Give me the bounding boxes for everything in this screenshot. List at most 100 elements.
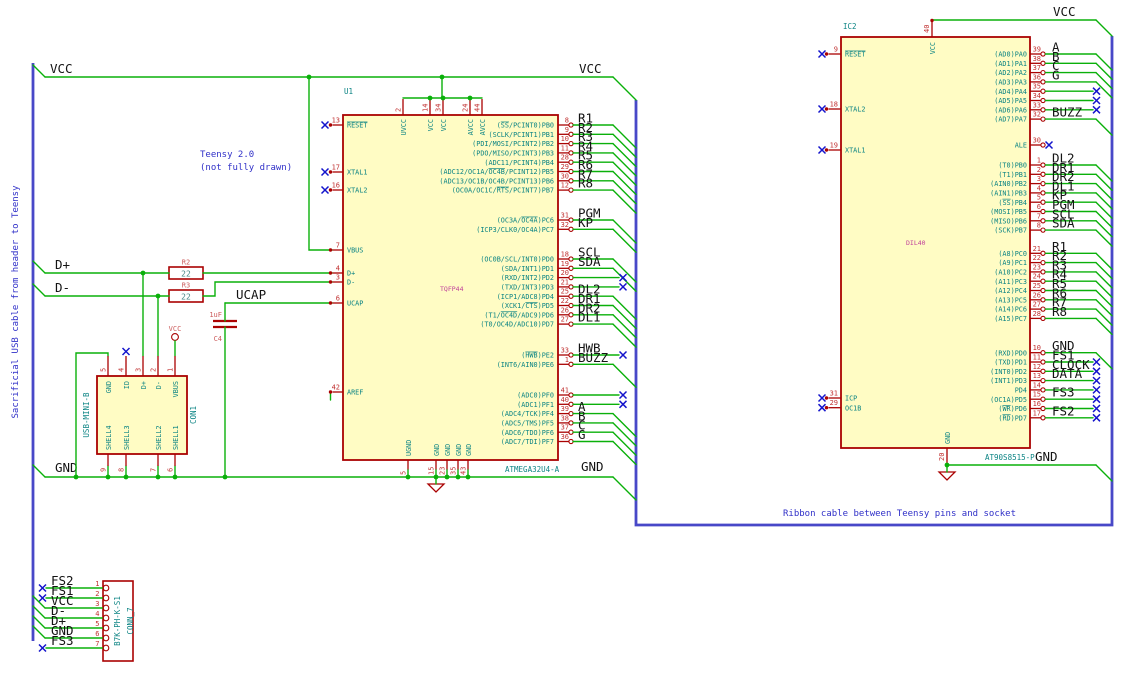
ic2-pin-32-name: (AD7)PA7 bbox=[994, 116, 1027, 124]
net-label-dplus: D+ bbox=[55, 257, 70, 272]
net-label-sda: SDA bbox=[1052, 216, 1075, 231]
pin-end-circle bbox=[1040, 278, 1046, 284]
pin-end-dot bbox=[824, 396, 829, 400]
pin-end-circle bbox=[1040, 250, 1046, 256]
note-teensy-1: Teensy 2.0 bbox=[200, 150, 254, 160]
wire bbox=[612, 76, 637, 101]
u1-pin-23-number: 23 bbox=[439, 467, 447, 475]
u1-pin-21-number: 21 bbox=[561, 278, 569, 286]
u1-pin-13-number: 13 bbox=[332, 117, 340, 125]
u1-pin-30-number: 30 bbox=[561, 172, 569, 180]
ic2-pin-5-number: 5 bbox=[1037, 194, 1041, 202]
u1-pin-12-name: (OC0A/OC1C/RTS/PCINT7)PB7 bbox=[452, 187, 554, 195]
gnd-symbol-u1-icon bbox=[426, 483, 446, 493]
pin-end-circle bbox=[1040, 306, 1046, 312]
pin-end-dot bbox=[328, 280, 333, 284]
ic2-pin-37-number: 37 bbox=[1033, 64, 1041, 72]
u1-pin-24-number: 24 bbox=[462, 104, 470, 112]
u1-pin-2-name: UVCC bbox=[400, 119, 408, 135]
net-label-vcc-u1: VCC bbox=[579, 61, 602, 76]
ic2-pin-11-name: (TXD)PD1 bbox=[994, 359, 1027, 367]
junction-dot bbox=[306, 74, 312, 80]
ic2-pin-11-number: 11 bbox=[1033, 354, 1041, 362]
ic2-pin-14-number: 14 bbox=[1033, 381, 1041, 389]
u1-pin-13-name: RESET bbox=[347, 122, 367, 130]
net-label-g: G bbox=[1052, 67, 1060, 82]
r3-ref: R3 bbox=[182, 282, 190, 290]
usb-pin-1-number: 1 bbox=[167, 368, 175, 372]
pin-end-circle bbox=[1040, 107, 1046, 113]
net-label-gnd-u1: GND bbox=[581, 459, 604, 474]
wire bbox=[612, 476, 637, 501]
bus-entry bbox=[612, 363, 637, 388]
u1-pin-43-number: 43 bbox=[460, 467, 468, 475]
pin-end-circle bbox=[1040, 69, 1046, 76]
bus-entry bbox=[1095, 289, 1113, 308]
u1-pin-39-name: (ADC4/TCK)PF4 bbox=[501, 410, 554, 418]
ic2-ref: IC2 bbox=[843, 22, 857, 31]
usb-pin-4-number: 4 bbox=[118, 368, 126, 372]
wire bbox=[1095, 464, 1113, 482]
u1-pin-10-name: (PDI/MOSI/PCINT2)PB2 bbox=[472, 140, 554, 148]
bus-entry bbox=[612, 161, 637, 186]
u1-footprint: TQFP44 bbox=[440, 285, 464, 293]
ic2-pin-9-name: RESET bbox=[845, 51, 865, 59]
bus-entry bbox=[612, 170, 637, 196]
u1-pin-21-name: (TXD/INT3)PD3 bbox=[501, 284, 554, 292]
pin-end-circle bbox=[1040, 368, 1046, 374]
junction-dot bbox=[140, 270, 146, 276]
ic2-pin-39-name: (AD0)PA0 bbox=[994, 51, 1027, 59]
pin-end-circle bbox=[1040, 387, 1046, 393]
u1-pin-17-number: 17 bbox=[332, 164, 340, 172]
ic2-pin-25-number: 25 bbox=[1033, 282, 1041, 290]
u1-pin-40-name: (ADC1)PF1 bbox=[517, 401, 554, 409]
ic2-pin-20-number: 20 bbox=[938, 453, 946, 461]
net-label-fs3: FS3 bbox=[1052, 385, 1075, 400]
pin-end-circle bbox=[1040, 405, 1046, 412]
usb-pin-6-name: SHELL1 bbox=[172, 425, 180, 450]
u1-pin-31-number: 31 bbox=[561, 212, 569, 220]
bus-entry bbox=[612, 152, 637, 177]
bus-entry bbox=[1095, 62, 1113, 81]
u1-pin-14-name: VCC bbox=[427, 119, 435, 131]
conn7-pin-5-number: 5 bbox=[95, 620, 99, 628]
ic2-pin-32-number: 32 bbox=[1033, 111, 1041, 119]
usb-value: USB-MINI-B bbox=[82, 392, 91, 438]
u1-pin-11-number: 11 bbox=[561, 144, 569, 152]
ic2-pin-38-name: (AD1)PA1 bbox=[994, 60, 1027, 68]
bus-entry bbox=[32, 615, 46, 629]
ic2-pin-33-name: (AD6)PA6 bbox=[994, 106, 1027, 114]
bus-entry bbox=[32, 625, 46, 639]
usb-pin-2-name: D- bbox=[155, 381, 163, 389]
net-label-r8: R8 bbox=[1052, 304, 1067, 319]
net-label-vcc-ic2: VCC bbox=[1053, 4, 1076, 19]
pin-end-dot bbox=[328, 271, 333, 275]
ic2-pin-12-number: 12 bbox=[1033, 363, 1041, 371]
u1-pin-22-number: 22 bbox=[561, 297, 569, 305]
u1-pin-16-name: XTAL2 bbox=[347, 187, 367, 195]
ic2-pin-31-name: ICP bbox=[845, 395, 857, 403]
note-teensy-2: (not fully drawn) bbox=[200, 163, 292, 173]
u1-pin-36-name: (ADC7/TDI)PF7 bbox=[501, 438, 554, 446]
ic2-pin-26-name: (A13)PC5 bbox=[994, 296, 1027, 304]
bus-entry bbox=[612, 142, 637, 168]
pin-end-circle bbox=[1040, 190, 1046, 196]
junction-dot bbox=[440, 95, 446, 101]
bus-entry bbox=[1095, 201, 1113, 219]
u1-pin-25-name: (ICP1/ADC8)PD4 bbox=[497, 293, 554, 301]
net-label-fs2: FS2 bbox=[1052, 403, 1075, 418]
junction-dot bbox=[427, 95, 433, 101]
ic2-pin-35-number: 35 bbox=[1033, 83, 1041, 91]
pin-end-circle bbox=[1040, 199, 1046, 205]
ic2-pin-15-number: 15 bbox=[1033, 391, 1041, 399]
ic2-pin-14-name: PD4 bbox=[1015, 387, 1027, 395]
bus-entry bbox=[612, 422, 637, 447]
ic2-pin-7-number: 7 bbox=[1037, 212, 1041, 220]
u1-pin-29-name: (ADC12/OC1A/OC4B/PCINT12)PB5 bbox=[439, 168, 554, 176]
pin-end-circle bbox=[1040, 350, 1046, 356]
ic2-pin-12-name: (INT0)PD2 bbox=[990, 368, 1027, 376]
gnd-symbol-ic2-icon bbox=[937, 471, 957, 481]
u1-pin-4-number: 4 bbox=[336, 265, 340, 273]
u1-pin-20-name: (RXD/INT2)PD2 bbox=[501, 274, 554, 282]
bus-entry bbox=[32, 605, 46, 619]
